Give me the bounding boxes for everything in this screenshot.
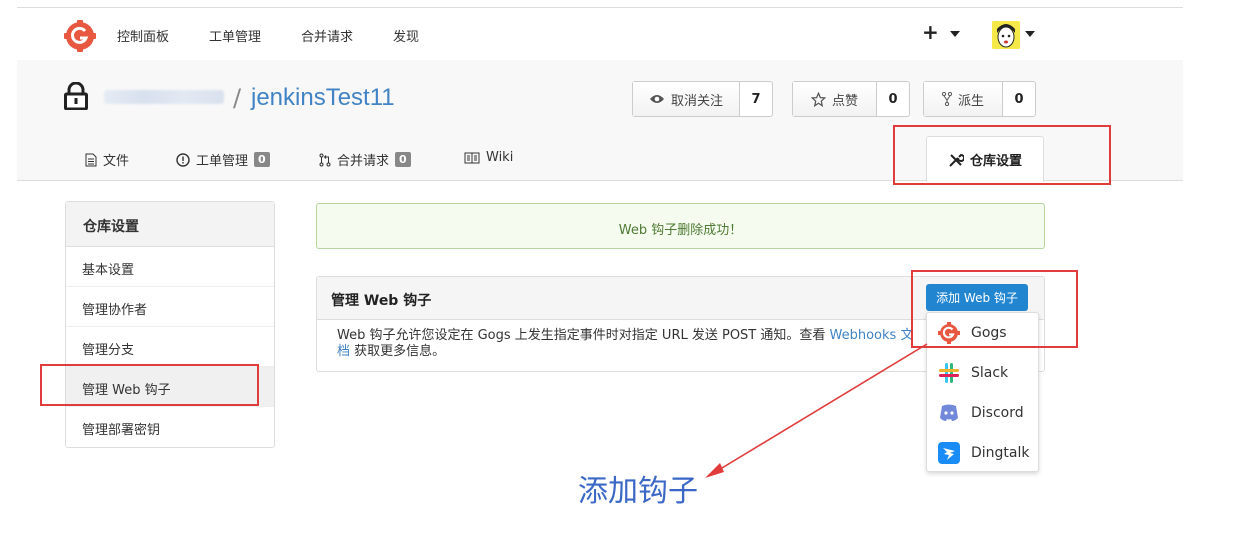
- star-count[interactable]: 0: [877, 82, 909, 116]
- issues-count-badge: 0: [254, 152, 270, 167]
- unwatch-label: 取消关注: [671, 93, 724, 109]
- add-webhook-highlight: [911, 270, 1078, 348]
- sidebar-item-options[interactable]: 基本设置: [66, 247, 274, 287]
- watch-button-group[interactable]: 取消关注 7: [632, 81, 774, 117]
- star-button-group[interactable]: 点赞 0: [792, 81, 911, 117]
- unwatch-button[interactable]: 取消关注: [633, 82, 741, 116]
- dropdown-item-discord[interactable]: Discord: [927, 393, 1038, 433]
- lock-icon: [64, 82, 88, 110]
- sidebar-item-branches[interactable]: 管理分支: [66, 327, 274, 367]
- top-navbar: 控制面板 工单管理 合并请求 发现 +: [0, 8, 1254, 60]
- file-icon: [85, 153, 97, 166]
- nav-explore[interactable]: 发现: [393, 26, 419, 45]
- star-button[interactable]: 点赞: [793, 82, 878, 116]
- dropdown-item-dingtalk[interactable]: Dingtalk: [927, 433, 1038, 473]
- tab-issues-label: 工单管理: [196, 154, 249, 169]
- nav-pulls[interactable]: 合并请求: [301, 26, 353, 45]
- pulls-count-badge: 0: [395, 152, 411, 167]
- dropdown-item-slack[interactable]: Slack: [927, 353, 1038, 393]
- nav-issues[interactable]: 工单管理: [209, 26, 261, 45]
- fork-label: 派生: [958, 93, 985, 109]
- annotation-label: 添加钩子: [578, 474, 698, 509]
- webhooks-desc-tail: 获取更多信息。: [350, 344, 446, 359]
- webhooks-desc-text: Web 钩子允许您设定在 Gogs 上发生指定事件时对指定 URL 发送 POS…: [337, 328, 830, 343]
- sidebar-item-collaborators[interactable]: 管理协作者: [66, 287, 274, 327]
- pull-request-icon: [319, 153, 331, 166]
- sidebar-title: 仓库设置: [66, 202, 274, 247]
- tab-files-label: 文件: [103, 154, 130, 169]
- dropdown-label-slack: Slack: [971, 365, 1009, 381]
- settings-sidebar: 仓库设置 基本设置 管理协作者 管理分支 管理 Web 钩子 管理部署密钥: [65, 201, 275, 448]
- fork-icon: [942, 92, 952, 106]
- issue-icon: [176, 152, 190, 167]
- tab-wiki[interactable]: Wiki: [464, 150, 513, 165]
- repo-name-link[interactable]: jenkinsTest11: [251, 84, 395, 112]
- tab-pull-requests-label: 合并请求: [337, 154, 390, 169]
- success-flash-message: Web 钩子删除成功！: [316, 203, 1045, 249]
- star-label: 点赞: [832, 93, 859, 109]
- chevron-down-icon[interactable]: [950, 31, 960, 37]
- avatar-icon[interactable]: [992, 21, 1020, 49]
- eye-icon: [650, 95, 664, 103]
- settings-tab-highlight: [893, 125, 1111, 185]
- tab-files[interactable]: 文件: [85, 150, 129, 169]
- slack-icon: [937, 361, 961, 385]
- chevron-down-icon[interactable]: [1025, 31, 1035, 37]
- watch-count[interactable]: 7: [740, 82, 772, 116]
- dropdown-label-dingtalk: Dingtalk: [971, 445, 1030, 461]
- book-icon: [464, 152, 480, 163]
- nav-dashboard[interactable]: 控制面板: [117, 26, 169, 45]
- fork-count[interactable]: 0: [1003, 82, 1035, 116]
- star-icon: [811, 91, 826, 107]
- repo-path-separator: /: [233, 84, 242, 112]
- tab-wiki-label: Wiki: [486, 150, 514, 165]
- repo-owner-redacted[interactable]: [104, 90, 224, 104]
- fork-button[interactable]: 派生: [924, 82, 1004, 116]
- gogs-logo-icon[interactable]: [64, 20, 96, 52]
- dingtalk-icon: [937, 441, 961, 465]
- webhooks-description: Web 钩子允许您设定在 Gogs 上发生指定事件时对指定 URL 发送 POS…: [317, 320, 937, 360]
- fork-button-group[interactable]: 派生 0: [923, 81, 1037, 117]
- dropdown-label-discord: Discord: [971, 405, 1024, 421]
- tab-issues[interactable]: 工单管理 0: [176, 150, 270, 169]
- tab-pull-requests[interactable]: 合并请求 0: [319, 150, 411, 169]
- sidebar-item-deploy-keys[interactable]: 管理部署密钥: [66, 407, 274, 447]
- discord-icon: [937, 401, 961, 425]
- webhooks-item-highlight: [40, 364, 259, 406]
- create-plus-button[interactable]: +: [922, 20, 939, 44]
